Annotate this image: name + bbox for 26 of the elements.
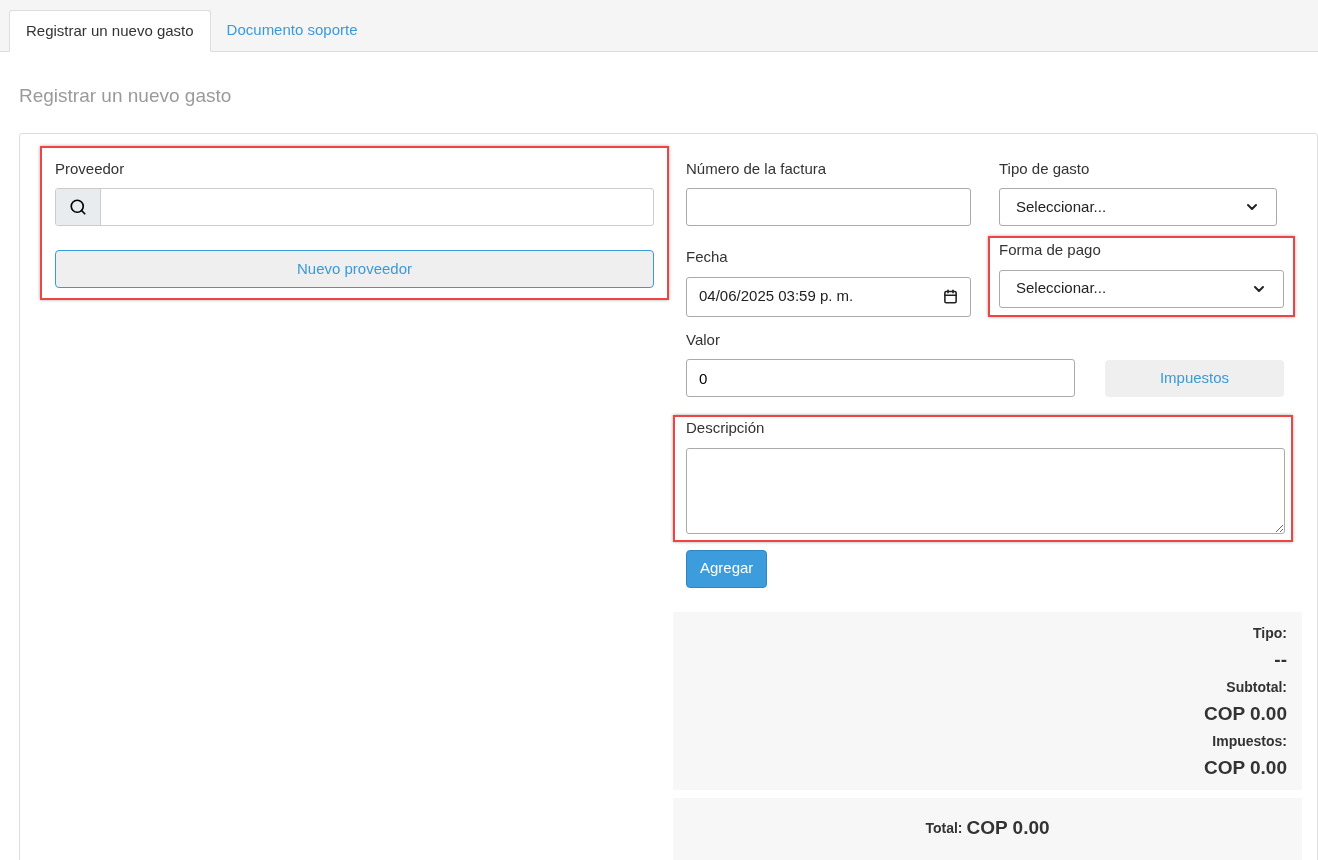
- summary-value: --: [1274, 647, 1287, 672]
- field-label: Forma de pago: [999, 240, 1102, 260]
- select-field[interactable]: Seleccionar...: [999, 269, 1284, 308]
- total-label: Total:: [925, 819, 963, 838]
- summary-label: Tipo:: [1253, 623, 1287, 643]
- field-label: Fecha: [686, 247, 729, 267]
- search-icon: [69, 198, 87, 216]
- date-field[interactable]: 04/06/2025 03:59 p. m.: [686, 276, 971, 317]
- calendar-icon: [943, 289, 958, 304]
- field-label: Valor: [686, 329, 721, 350]
- description-field[interactable]: [686, 447, 1285, 534]
- field-label: Proveedor: [55, 158, 126, 179]
- supplier-search-field[interactable]: [55, 188, 654, 226]
- summary-label: Impuestos:: [1212, 731, 1287, 751]
- invoice-number-field[interactable]: [686, 188, 971, 226]
- page-heading: Registrar un nuevo gasto: [19, 84, 233, 108]
- summary-value: COP 0.00: [1203, 701, 1287, 726]
- field-label: Descripción: [686, 418, 766, 438]
- summary-value: COP 0.00: [1203, 755, 1287, 780]
- tab[interactable]: Registrar un nuevo gasto: [9, 10, 211, 52]
- summary-label: Subtotal:: [1226, 677, 1287, 697]
- field-label: Número de la factura: [686, 158, 828, 179]
- field-label: Tipo de gasto: [999, 158, 1091, 179]
- select-field[interactable]: Seleccionar...: [999, 188, 1277, 226]
- amount-field[interactable]: 0: [686, 359, 1075, 397]
- total-value: COP 0.00: [966, 816, 1050, 841]
